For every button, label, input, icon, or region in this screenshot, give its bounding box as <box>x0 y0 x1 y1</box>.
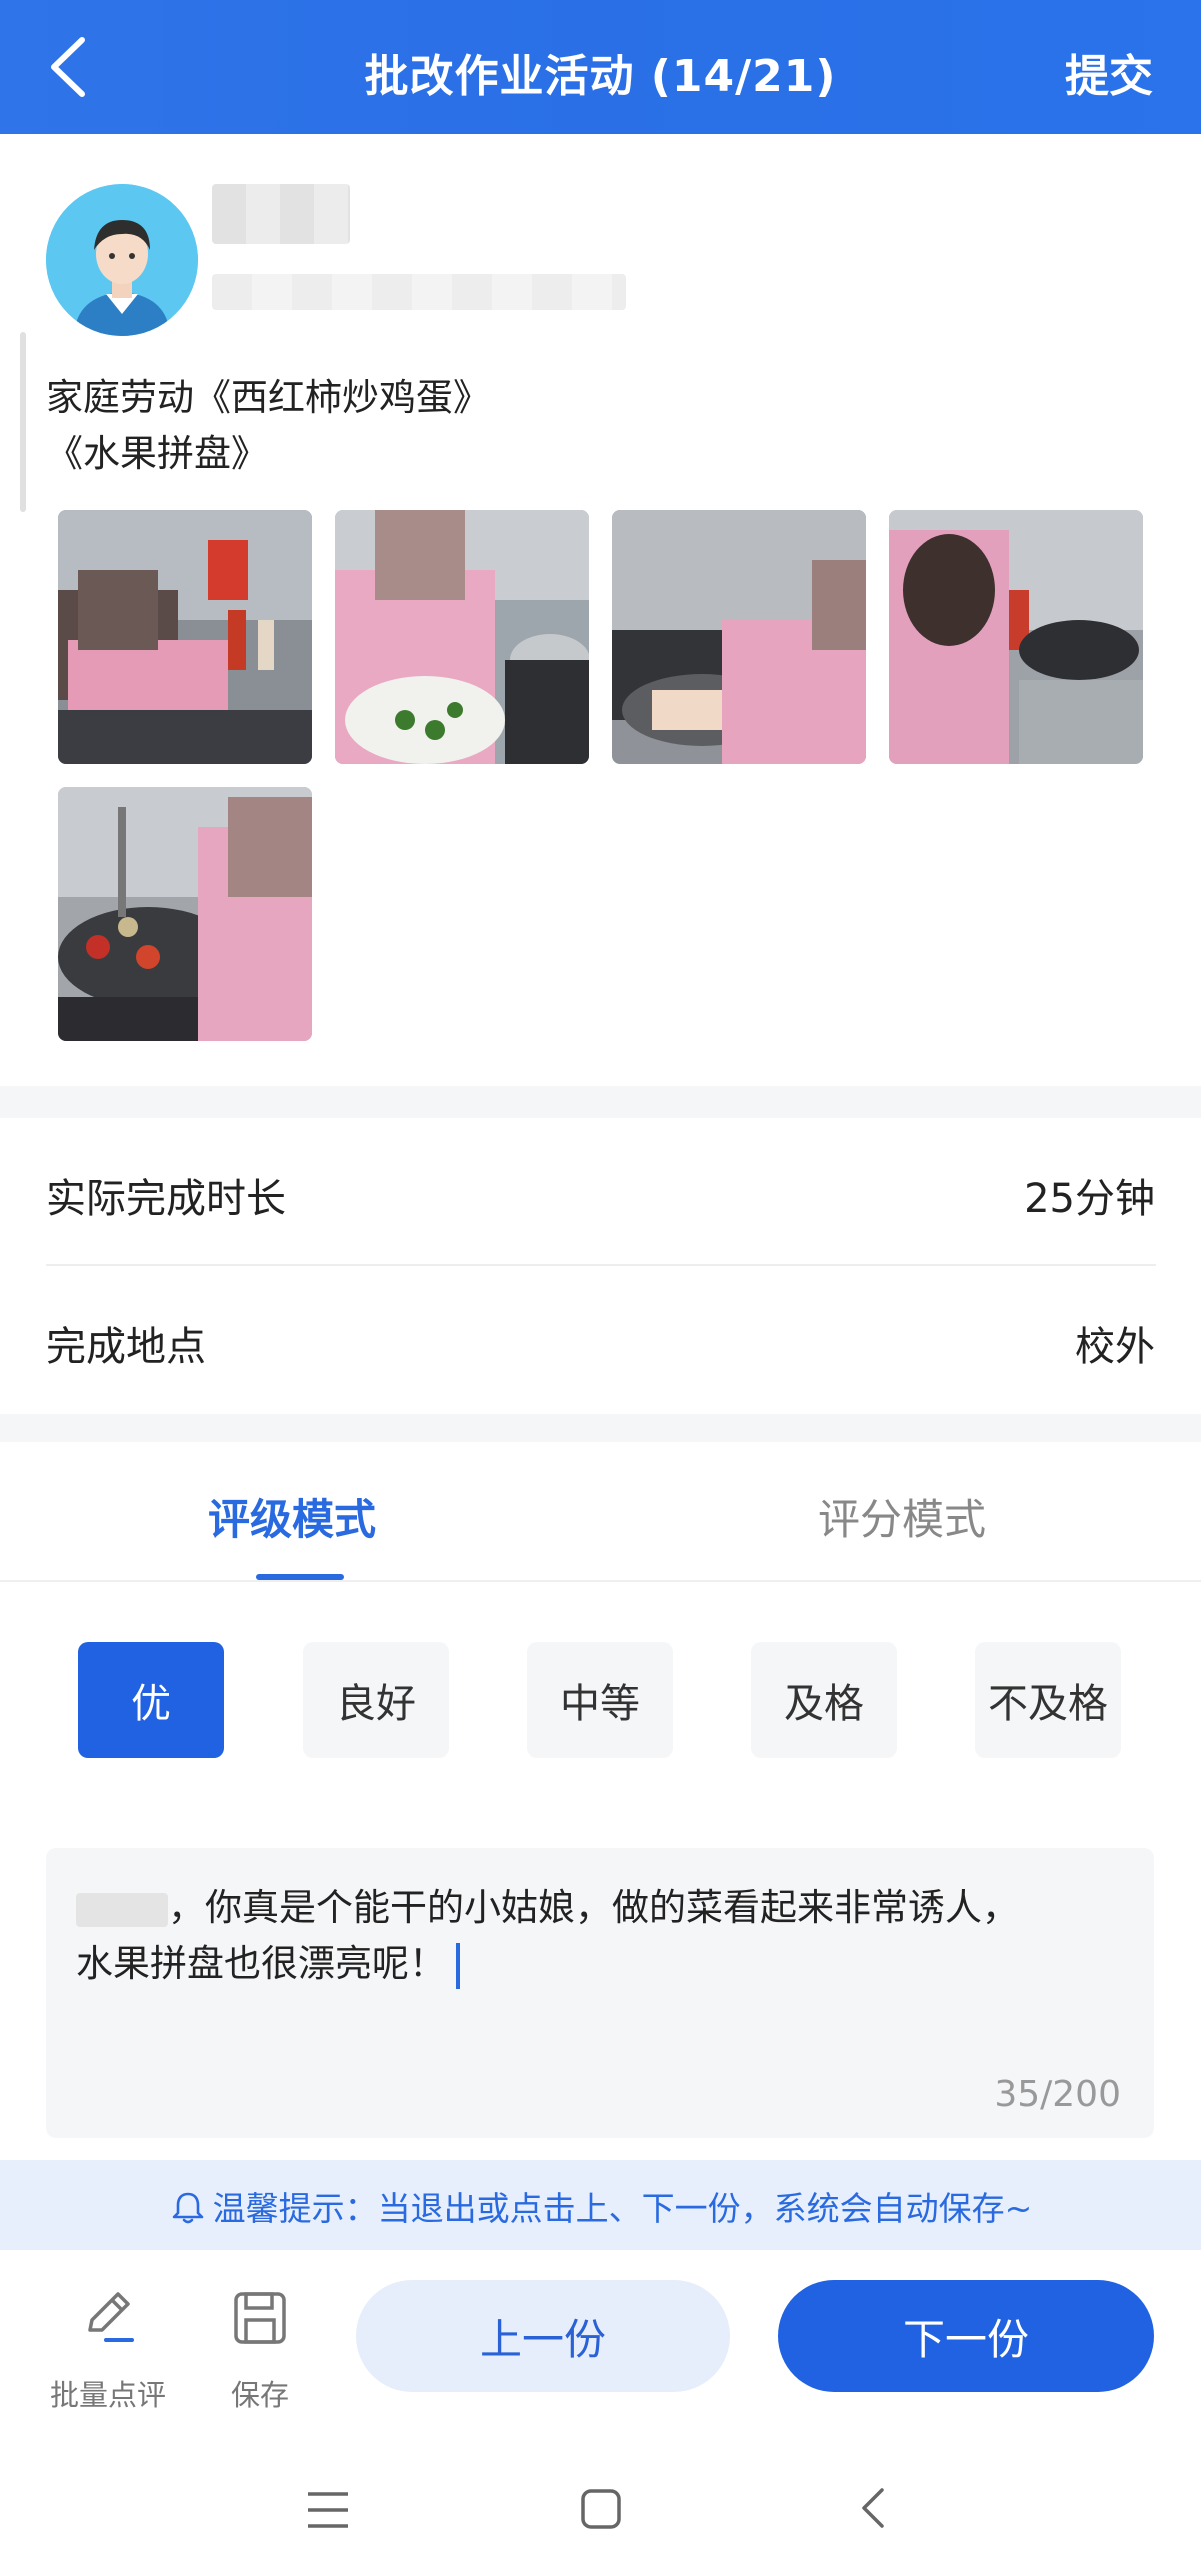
grade-option-excellent[interactable]: 优 <box>78 1642 224 1758</box>
comment-line: 水果拼盘也很漂亮呢！ <box>76 1936 1116 1992</box>
pencil-icon <box>88 2292 134 2342</box>
location-value: 校外 <box>1075 1324 1155 1370</box>
previous-button[interactable]: 上一份 <box>356 2280 730 2392</box>
bell-icon <box>172 2192 203 2224</box>
name-redacted <box>76 1892 168 1927</box>
scroll-indicator <box>20 332 26 512</box>
text-cursor <box>456 1942 460 1989</box>
back-nav-icon[interactable] <box>858 2486 888 2530</box>
comment-text[interactable]: ，你真是个能干的小姑娘，做的菜看起来非常诱人， 水果拼盘也很漂亮呢！ <box>76 1880 1116 1992</box>
photo-thumbnail[interactable] <box>889 510 1143 764</box>
homework-title: 家庭劳动《西红柿炒鸡蛋》 《水果拼盘》 <box>46 370 490 482</box>
photo-thumbnail[interactable] <box>335 510 589 764</box>
student-info-redacted <box>212 274 626 310</box>
grade-option-average[interactable]: 中等 <box>527 1642 673 1758</box>
homework-title-line: 《水果拼盘》 <box>46 432 268 475</box>
save-button[interactable]: 保存 <box>200 2280 320 2420</box>
tab-score-mode[interactable]: 评分模式 <box>818 1486 986 1547</box>
menu-icon[interactable] <box>306 2490 350 2530</box>
user-avatar-icon <box>46 184 198 336</box>
student-name-redacted <box>212 184 350 244</box>
submit-button[interactable]: 提交 <box>1065 40 1153 104</box>
next-button[interactable]: 下一份 <box>778 2280 1154 2392</box>
grade-option-pass[interactable]: 及格 <box>751 1642 897 1758</box>
duration-label: 实际完成时长 <box>46 1176 286 1222</box>
char-counter: 35/200 <box>994 2074 1121 2115</box>
tabs-divider <box>0 1580 1201 1582</box>
floppy-disk-icon <box>234 2292 286 2344</box>
grade-option-good[interactable]: 良好 <box>303 1642 449 1758</box>
page-title: 批改作业活动 (14/21) <box>364 51 837 102</box>
batch-comment-button[interactable]: 批量点评 <box>48 2280 168 2420</box>
tip-text: 温馨提示：当退出或点击上、下一份，系统会自动保存~ <box>212 2189 1033 2228</box>
save-label: 保存 <box>230 2378 289 2412</box>
comment-line-1: ，你真是个能干的小姑娘，做的菜看起来非常诱人， <box>168 1886 1019 1929</box>
comment-line-2: 水果拼盘也很漂亮呢！ <box>76 1942 446 1985</box>
photo-thumbnail[interactable] <box>58 510 312 764</box>
tab-rating-mode[interactable]: 评级模式 <box>208 1486 376 1547</box>
comment-line: ，你真是个能干的小姑娘，做的菜看起来非常诱人， <box>76 1880 1116 1936</box>
home-icon[interactable] <box>580 2488 622 2530</box>
divider <box>46 1264 1156 1266</box>
top-app-bar: 批改作业活动 (14/21) 提交 <box>0 0 1201 134</box>
photo-thumbnail[interactable] <box>612 510 866 764</box>
system-nav-bar <box>0 2450 1201 2560</box>
location-label: 完成地点 <box>46 1324 206 1370</box>
grade-option-fail[interactable]: 不及格 <box>975 1642 1121 1758</box>
duration-value: 25分钟 <box>1024 1176 1155 1222</box>
submission-card: 家庭劳动《西红柿炒鸡蛋》 《水果拼盘》 <box>0 134 1201 1086</box>
tip-content: 温馨提示：当退出或点击上、下一份，系统会自动保存~ <box>0 2182 1201 2230</box>
batch-comment-label: 批量点评 <box>49 2378 166 2412</box>
homework-title-line: 家庭劳动《西红柿炒鸡蛋》 <box>46 376 490 419</box>
photo-thumbnail[interactable] <box>58 787 312 1041</box>
